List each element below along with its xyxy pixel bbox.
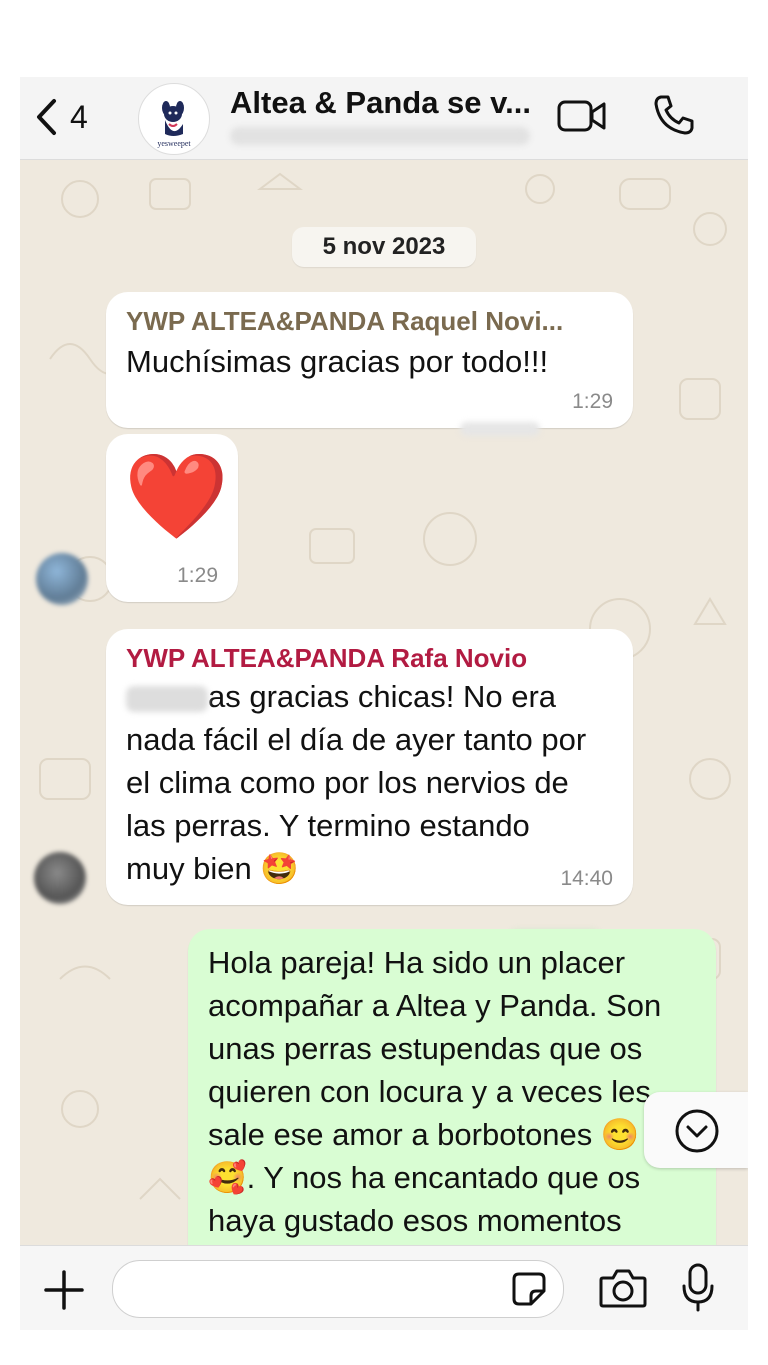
sender-avatar-blurred[interactable] xyxy=(34,852,86,904)
message-bubble-incoming[interactable]: YWP ALTEA&PANDA Rafa Novio as gracias ch… xyxy=(106,629,633,905)
message-line: Hola pareja! Ha sido un placer xyxy=(208,945,626,980)
message-line: nada fácil el día de ayer tanto por xyxy=(126,722,587,757)
message-line: 🥰. Y nos ha encantado que os xyxy=(208,1160,641,1195)
message-bubble-outgoing[interactable]: Hola pareja! Ha sido un placer acompañar… xyxy=(188,929,716,1269)
message-text: as gracias chicas! No era nada fácil el … xyxy=(126,675,626,890)
video-camera-icon[interactable] xyxy=(556,97,608,135)
phone-icon[interactable] xyxy=(652,93,696,137)
chevron-down-circle-icon xyxy=(675,1109,719,1153)
unread-count: 4 xyxy=(70,98,88,135)
scroll-to-bottom-button[interactable] xyxy=(644,1092,748,1168)
message-text: Muchísimas gracias por todo!!! xyxy=(126,344,549,379)
message-line: el clima como por los nervios de xyxy=(126,765,569,800)
message-time: 1:29 xyxy=(572,390,613,413)
message-line: acompañar a Altea y Panda. Son xyxy=(208,988,662,1023)
svg-text:yesweepet: yesweepet xyxy=(157,139,191,148)
sender-avatar-blurred[interactable] xyxy=(36,553,88,605)
dog-logo-icon: yesweepet xyxy=(157,101,191,148)
plus-icon[interactable] xyxy=(42,1268,86,1312)
date-separator: 5 nov 2023 xyxy=(292,227,476,267)
chat-title[interactable]: Altea & Panda se v... xyxy=(230,85,531,121)
microphone-icon[interactable] xyxy=(680,1262,716,1314)
message-sender: YWP ALTEA&PANDA Raquel Novi... xyxy=(126,306,564,336)
message-bubble-incoming[interactable]: YWP ALTEA&PANDA Raquel Novi... Muchísima… xyxy=(106,292,633,428)
back-button[interactable]: 4 xyxy=(34,95,104,139)
sticker-icon[interactable] xyxy=(511,1271,547,1307)
message-bubble-emoji[interactable]: ❤️ 1:29 xyxy=(106,434,238,602)
heart-emoji: ❤️ xyxy=(124,449,229,543)
message-line: las perras. Y termino estando xyxy=(126,808,530,843)
message-text: Hola pareja! Ha sido un placer acompañar… xyxy=(208,941,708,1242)
chat-header: 4 yesweepet Altea & Panda se v... xyxy=(20,77,748,160)
message-line: as gracias chicas! No era xyxy=(208,679,557,714)
camera-icon[interactable] xyxy=(598,1266,648,1310)
message-composer xyxy=(20,1245,748,1330)
redacted-text xyxy=(126,685,208,712)
message-input[interactable] xyxy=(112,1260,564,1318)
message-line: haya gustado esos momentos xyxy=(208,1203,622,1238)
message-sender: YWP ALTEA&PANDA Rafa Novio xyxy=(126,643,528,673)
message-line: muy bien 🤩 xyxy=(126,851,299,886)
chat-window: 4 yesweepet Altea & Panda se v... 5 nov … xyxy=(20,77,748,1330)
message-time: 1:29 xyxy=(177,564,218,587)
message-time: 14:40 xyxy=(560,867,613,890)
message-line: sale ese amor a borbotones 😊 xyxy=(208,1117,640,1152)
reaction-blurred xyxy=(460,422,540,436)
chevron-left-icon xyxy=(37,99,56,135)
group-avatar[interactable]: yesweepet xyxy=(138,83,210,155)
message-line: unas perras estupendas que os xyxy=(208,1031,643,1066)
message-line: quieren con locura y a veces les xyxy=(208,1074,651,1109)
chat-subtitle-blurred xyxy=(230,127,530,145)
